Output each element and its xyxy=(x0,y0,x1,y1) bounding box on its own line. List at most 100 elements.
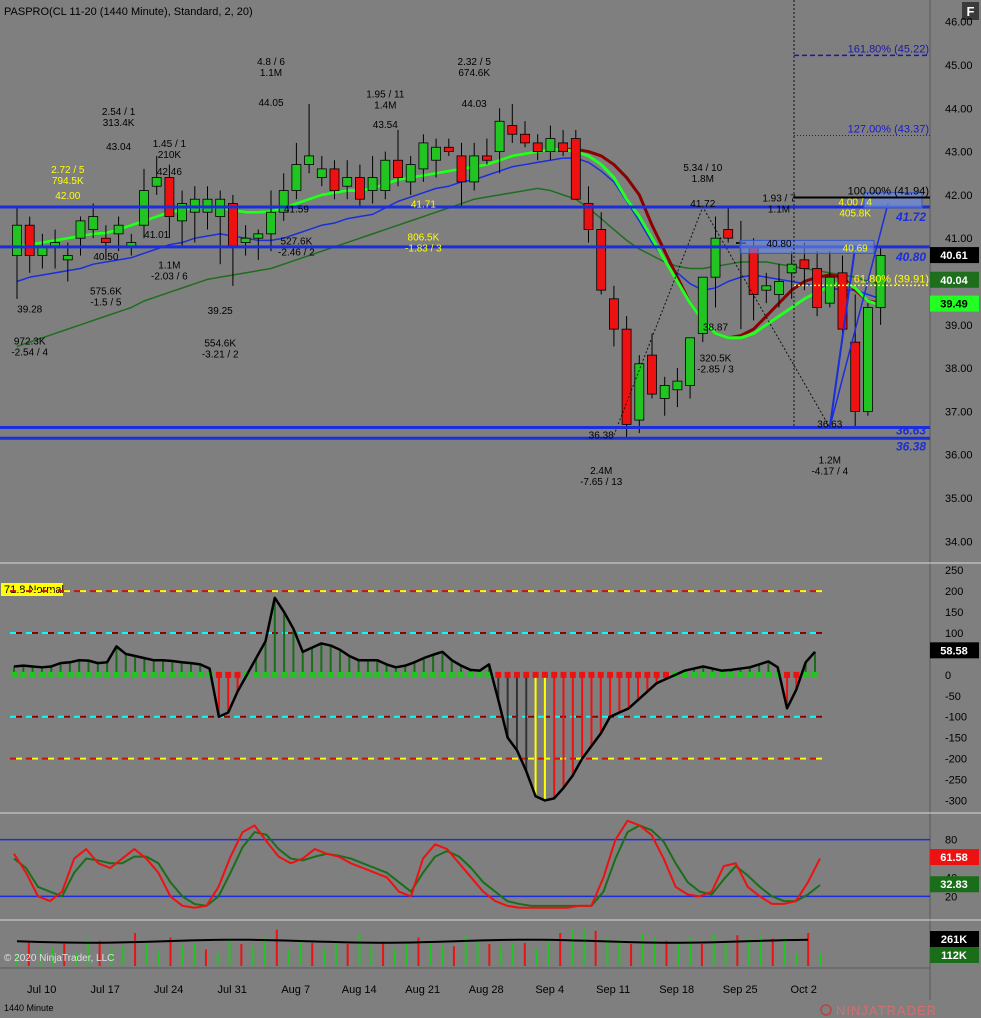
stoch-value-marker: 32.83 xyxy=(940,879,968,891)
osc-zero-marker xyxy=(20,671,27,678)
osc-zero-marker xyxy=(635,671,642,678)
swing-annotation: 41.59 xyxy=(284,205,309,216)
osc-zero-marker xyxy=(746,671,753,678)
candle-body xyxy=(316,168,327,178)
swing-annotation: 36.38 xyxy=(589,430,614,441)
osc-zero-marker xyxy=(113,671,120,678)
time-tick-label: Sep 18 xyxy=(659,984,694,996)
candle-body xyxy=(151,177,162,187)
swing-annotation: 313.4K xyxy=(103,118,135,129)
osc-zero-marker xyxy=(253,671,260,678)
swing-annotation: 41.01 xyxy=(144,230,169,241)
swing-annotation: 1.1M xyxy=(260,68,282,79)
price-tick-label: 45.00 xyxy=(945,60,973,72)
osc-zero-marker xyxy=(122,671,129,678)
candle-body xyxy=(380,159,391,191)
candle-body xyxy=(545,138,556,152)
osc-zero-marker xyxy=(737,671,744,678)
swing-annotation: 210K xyxy=(158,150,182,161)
swing-annotation: 43.04 xyxy=(106,142,131,153)
chart-title: PASPRO(CL 11-20 (1440 Minute), Standard,… xyxy=(4,6,253,18)
swing-annotation: 5.34 / 10 xyxy=(683,163,722,174)
osc-zero-marker xyxy=(690,671,697,678)
osc-zero-marker xyxy=(299,671,306,678)
time-tick-label: Aug 7 xyxy=(281,984,310,996)
swing-annotation: -1.5 / 5 xyxy=(90,297,122,308)
volume-value-marker: 112K xyxy=(941,950,967,962)
osc-zero-marker xyxy=(57,671,64,678)
candle-body xyxy=(443,146,454,152)
candle-body xyxy=(621,328,632,425)
osc-zero-marker xyxy=(579,671,586,678)
osc-tick-label: 150 xyxy=(945,607,963,619)
osc-tick-label: -250 xyxy=(945,775,967,787)
price-tick-label: 39.00 xyxy=(945,320,973,332)
swing-annotation: -3.21 / 2 xyxy=(202,349,239,360)
osc-tick-label: -100 xyxy=(945,712,967,724)
swing-annotation: 42.46 xyxy=(157,167,182,178)
swing-annotation: 44.03 xyxy=(462,99,487,110)
time-tick-label: Jul 10 xyxy=(27,984,56,996)
osc-tick-label: -300 xyxy=(945,795,967,807)
candle-body xyxy=(405,164,416,183)
osc-zero-marker xyxy=(104,671,111,678)
swing-annotation: 674.6K xyxy=(458,68,490,79)
osc-zero-marker xyxy=(551,671,558,678)
fib-level-label: 100.00% (41.94) xyxy=(848,185,929,197)
osc-zero-marker xyxy=(467,671,474,678)
osc-zero-marker xyxy=(38,671,45,678)
ninjatrader-logo: NINJATRADER xyxy=(820,1003,936,1018)
osc-zero-marker xyxy=(476,671,483,678)
price-marker: 40.61 xyxy=(940,250,968,262)
candle-body xyxy=(253,233,264,239)
swing-annotation: 41.72 xyxy=(690,199,715,210)
osc-zero-marker xyxy=(327,671,334,678)
fib-level-label: 127.00% (43.37) xyxy=(848,124,929,136)
time-tick-label: Sep 25 xyxy=(723,984,758,996)
candle-body xyxy=(291,164,302,191)
swing-annotation: 4.8 / 6 xyxy=(257,57,285,68)
osc-zero-marker xyxy=(271,671,278,678)
osc-label: 71.8 Normal xyxy=(4,584,64,596)
swing-annotation: 1.4M xyxy=(374,100,396,111)
swing-annotation: 39.25 xyxy=(208,306,233,317)
stoch-tick-label: 80 xyxy=(945,835,957,847)
candle-body xyxy=(393,159,403,178)
osc-zero-marker xyxy=(644,671,651,678)
time-tick-label: Aug 21 xyxy=(405,984,440,996)
osc-zero-marker xyxy=(718,671,725,678)
osc-zero-marker xyxy=(411,671,418,678)
time-tick-label: Jul 24 xyxy=(154,984,183,996)
time-tick-label: Sep 4 xyxy=(535,984,564,996)
osc-zero-marker xyxy=(262,671,269,678)
osc-zero-marker xyxy=(11,671,17,678)
swing-annotation: -2.85 / 3 xyxy=(697,365,734,376)
swing-annotation: 42.00 xyxy=(55,191,80,202)
swing-annotation: 43.54 xyxy=(373,120,398,131)
osc-zero-marker xyxy=(392,671,399,678)
candle-body xyxy=(850,341,861,412)
swing-annotation: 405.8K xyxy=(839,209,871,220)
fib-level-label: 61.80% (39.91) xyxy=(854,273,929,285)
osc-zero-marker xyxy=(94,671,101,678)
candle-body xyxy=(609,298,619,330)
trading-chart[interactable]: PASPRO(CL 11-20 (1440 Minute), Standard,… xyxy=(0,0,981,1018)
candle-body xyxy=(710,237,721,278)
candle-body xyxy=(786,263,797,274)
osc-zero-marker xyxy=(728,671,735,678)
price-tick-label: 46.00 xyxy=(945,17,973,29)
osc-zero-marker xyxy=(439,671,446,678)
candle-body xyxy=(304,155,315,165)
osc-zero-marker xyxy=(318,671,325,678)
candle-body xyxy=(799,259,810,269)
candle-body xyxy=(520,133,530,144)
candle-body xyxy=(748,246,759,295)
osc-zero-marker xyxy=(458,671,465,678)
swing-annotation: 320.5K xyxy=(700,354,732,365)
candle-body xyxy=(685,337,695,386)
osc-zero-marker xyxy=(504,671,511,678)
price-tick-label: 43.00 xyxy=(945,147,973,159)
swing-annotation: 40.50 xyxy=(93,252,118,263)
osc-zero-marker xyxy=(29,671,36,678)
osc-zero-marker xyxy=(281,671,288,678)
